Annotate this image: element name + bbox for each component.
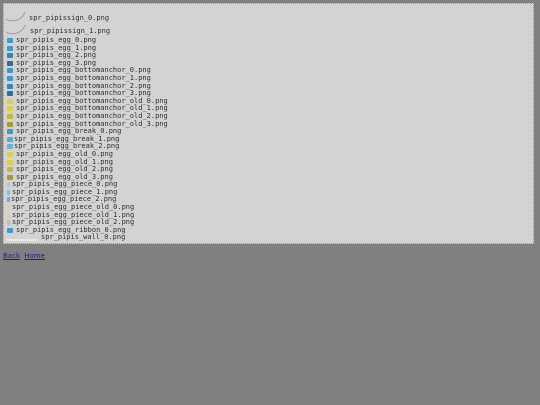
- egg-blue-icon: [7, 227, 13, 233]
- egg-break-icon: [7, 136, 13, 142]
- egg-yellow-icon: [7, 121, 13, 127]
- file-name: spr_pipissign_0.png: [29, 14, 110, 22]
- egg-yellow-icon: [7, 174, 13, 180]
- egg-blue-icon: [7, 83, 13, 89]
- footer-nav: Back Home: [3, 252, 47, 260]
- egg-piece-icon: [7, 182, 10, 188]
- back-link[interactable]: Back: [3, 252, 20, 260]
- egg-yellow-icon: [7, 113, 13, 119]
- egg-yellow-icon: [7, 151, 13, 157]
- egg-blue-icon: [7, 53, 13, 59]
- egg-yellow-icon: [7, 106, 13, 112]
- egg-piece-icon: [7, 220, 10, 226]
- egg-yellow-icon: [7, 167, 13, 173]
- egg-blue-icon: [7, 60, 13, 66]
- file-row[interactable]: spr_pipissign_0.png: [4, 11, 533, 24]
- egg-break-icon: [7, 144, 13, 150]
- sign-thumb-icon: [5, 11, 26, 22]
- wall-thumb-icon: [6, 239, 38, 242]
- egg-piece-icon: [7, 189, 10, 195]
- file-name: spr_pipissign_1.png: [30, 27, 111, 35]
- egg-blue-icon: [7, 75, 13, 81]
- egg-blue-icon: [7, 45, 13, 51]
- egg-piece-icon: [7, 212, 10, 218]
- egg-blue-icon: [7, 129, 13, 135]
- egg-yellow-icon: [7, 98, 13, 104]
- file-name: spr_pipis_wall_0.png: [41, 233, 126, 242]
- egg-piece-icon: [7, 197, 10, 203]
- egg-blue-icon: [7, 68, 13, 74]
- file-list-panel: spr_pipissign_0.png spr_pipissign_1.pngsp…: [3, 3, 534, 244]
- file-list: spr_pipissign_0.png spr_pipissign_1.pngsp…: [4, 11, 533, 242]
- egg-blue-icon: [7, 38, 13, 43]
- egg-blue-icon: [7, 91, 13, 97]
- file-row[interactable]: spr_pipis_wall_0.png: [4, 234, 533, 242]
- home-link[interactable]: Home: [24, 252, 45, 260]
- sign-thumb-icon: [5, 24, 26, 35]
- egg-piece-icon: [7, 205, 10, 211]
- egg-yellow-icon: [7, 159, 13, 165]
